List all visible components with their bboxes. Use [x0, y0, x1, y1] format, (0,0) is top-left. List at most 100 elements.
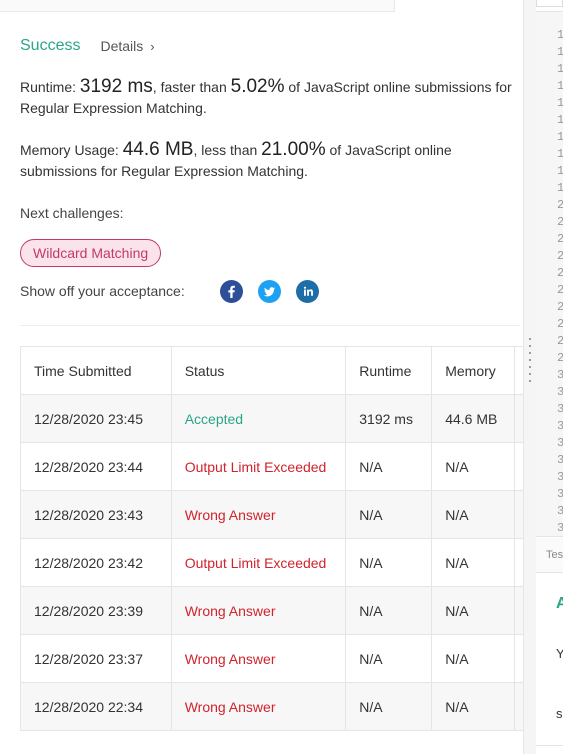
cell-status-link[interactable]: Accepted	[170, 394, 347, 443]
console-status-text: A	[556, 595, 563, 612]
editor-toolbar	[536, 0, 563, 7]
memory-percent: 21.00%	[261, 139, 326, 160]
cell-extra	[514, 490, 523, 539]
next-challenges-label: Next challenges:	[20, 205, 124, 221]
submissions-table-container: Time Submitted Status Runtime Memory 12/…	[20, 346, 523, 754]
cell-runtime: N/A	[345, 490, 433, 539]
memory-prefix: Memory Usage:	[20, 142, 123, 158]
submissions-table-body: 12/28/2020 23:45 Accepted 3192 ms 44.6 MB 12…	[20, 394, 523, 731]
runtime-percent: 5.02%	[230, 76, 285, 97]
console-line: Y	[556, 646, 563, 661]
line-number: 2	[557, 283, 563, 297]
line-number: 2	[557, 334, 563, 348]
cell-memory: N/A	[431, 538, 516, 587]
console-tab-bar: Tes	[536, 538, 563, 573]
cell-time-submitted: 12/28/2020 23:39	[20, 586, 172, 635]
cell-memory: N/A	[431, 442, 516, 491]
memory-mid: , less than	[193, 142, 262, 158]
line-number: 3	[557, 436, 563, 450]
cell-extra	[514, 442, 523, 491]
details-label: Details	[100, 38, 144, 54]
header-memory[interactable]: Memory	[431, 346, 516, 395]
console-divider	[536, 745, 563, 746]
share-label: Show off your acceptance:	[20, 283, 185, 299]
cell-runtime: N/A	[345, 442, 433, 491]
cell-status-link[interactable]: Wrong Answer	[170, 586, 347, 635]
cell-extra	[514, 682, 523, 731]
line-number: 3	[557, 504, 563, 518]
line-number-gutter: 1 1 1 1 1 1 1 1 1 1 2 2 2 2 2 2 2 2 2 2 3 3 3 3 3 3 3 3 3 3	[536, 11, 563, 537]
cell-time-submitted: 12/28/2020 23:45	[20, 394, 172, 443]
submissions-table: Time Submitted Status Runtime Memory 12/…	[20, 346, 523, 731]
cell-status-link[interactable]: Wrong Answer	[170, 490, 347, 539]
memory-summary: Memory Usage: 44.6 MB, less than 21.00% …	[20, 139, 520, 182]
table-row: 12/28/2020 22:34 Wrong Answer N/A N/A	[20, 682, 523, 731]
cell-runtime: N/A	[345, 634, 433, 683]
line-number: 2	[557, 215, 563, 229]
drag-handle-icon	[529, 338, 532, 387]
header-status[interactable]: Status	[170, 346, 347, 395]
section-divider	[20, 325, 520, 326]
twitter-icon[interactable]	[258, 280, 281, 303]
line-number: 3	[557, 402, 563, 416]
cell-runtime: 3192 ms	[345, 394, 433, 443]
runtime-prefix: Runtime:	[20, 79, 80, 95]
line-number: 3	[557, 470, 563, 484]
line-number: 3	[557, 487, 563, 501]
table-row: 12/28/2020 23:37 Wrong Answer N/A N/A	[20, 634, 523, 683]
runtime-summary: Runtime: 3192 ms, faster than 5.02% of J…	[20, 76, 520, 119]
details-link[interactable]: Details ›	[100, 38, 154, 54]
cell-status-link[interactable]: Wrong Answer	[170, 682, 347, 731]
memory-value: 44.6 MB	[122, 139, 194, 160]
cell-memory: 44.6 MB	[431, 394, 516, 443]
linkedin-icon[interactable]	[296, 280, 319, 303]
cell-runtime: N/A	[345, 538, 433, 587]
header-time-submitted[interactable]: Time Submitted	[20, 346, 172, 395]
cell-extra	[514, 634, 523, 683]
table-row: 12/28/2020 23:43 Wrong Answer N/A N/A	[20, 490, 523, 539]
line-number: 3	[557, 453, 563, 467]
line-number: 2	[557, 249, 563, 263]
panel-tab-bar	[0, 0, 395, 12]
cell-time-submitted: 12/28/2020 23:42	[20, 538, 172, 587]
console-line: s	[556, 706, 563, 721]
result-status: Success	[20, 37, 81, 54]
table-row: 12/28/2020 23:39 Wrong Answer N/A N/A	[20, 586, 523, 635]
table-header-row: Time Submitted Status Runtime Memory	[20, 346, 523, 395]
facebook-icon[interactable]	[220, 280, 243, 303]
line-number: 1	[557, 147, 563, 161]
cell-extra	[514, 538, 523, 587]
cell-status-link[interactable]: Wrong Answer	[170, 634, 347, 683]
cell-memory: N/A	[431, 682, 516, 731]
chevron-right-icon: ›	[150, 38, 155, 54]
cell-time-submitted: 12/28/2020 22:34	[20, 682, 172, 731]
cell-memory: N/A	[431, 586, 516, 635]
line-number: 1	[557, 96, 563, 110]
cell-status-link[interactable]: Output Limit Exceeded	[170, 442, 347, 491]
cell-memory: N/A	[431, 490, 516, 539]
cell-time-submitted: 12/28/2020 23:44	[20, 442, 172, 491]
result-header: Success Details ›	[20, 36, 155, 56]
line-number: 1	[557, 45, 563, 59]
header-runtime[interactable]: Runtime	[345, 346, 433, 395]
challenge-tag-wildcard-matching[interactable]: Wildcard Matching	[20, 239, 162, 267]
cell-status-link[interactable]: Output Limit Exceeded	[170, 538, 347, 587]
line-number: 1	[557, 62, 563, 76]
line-number: 2	[557, 266, 563, 280]
table-row: 12/28/2020 23:42 Output Limit Exceeded N/A…	[20, 538, 523, 587]
line-number: 1	[557, 113, 563, 127]
header-extra	[514, 346, 523, 395]
line-number: 3	[557, 368, 563, 382]
cell-extra	[514, 586, 523, 635]
console-output: A Y s	[536, 574, 563, 754]
cell-runtime: N/A	[345, 682, 433, 731]
panel-resize-handle[interactable]	[523, 0, 536, 754]
cell-runtime: N/A	[345, 586, 433, 635]
submission-result-panel: Success Details › Runtime: 3192 ms, fast…	[0, 0, 523, 754]
line-number: 3	[557, 521, 563, 535]
cell-time-submitted: 12/28/2020 23:37	[20, 634, 172, 683]
tab-testcase[interactable]: Tes	[546, 549, 563, 561]
line-number: 2	[557, 300, 563, 314]
cell-memory: N/A	[431, 634, 516, 683]
runtime-mid: , faster than	[152, 79, 231, 95]
